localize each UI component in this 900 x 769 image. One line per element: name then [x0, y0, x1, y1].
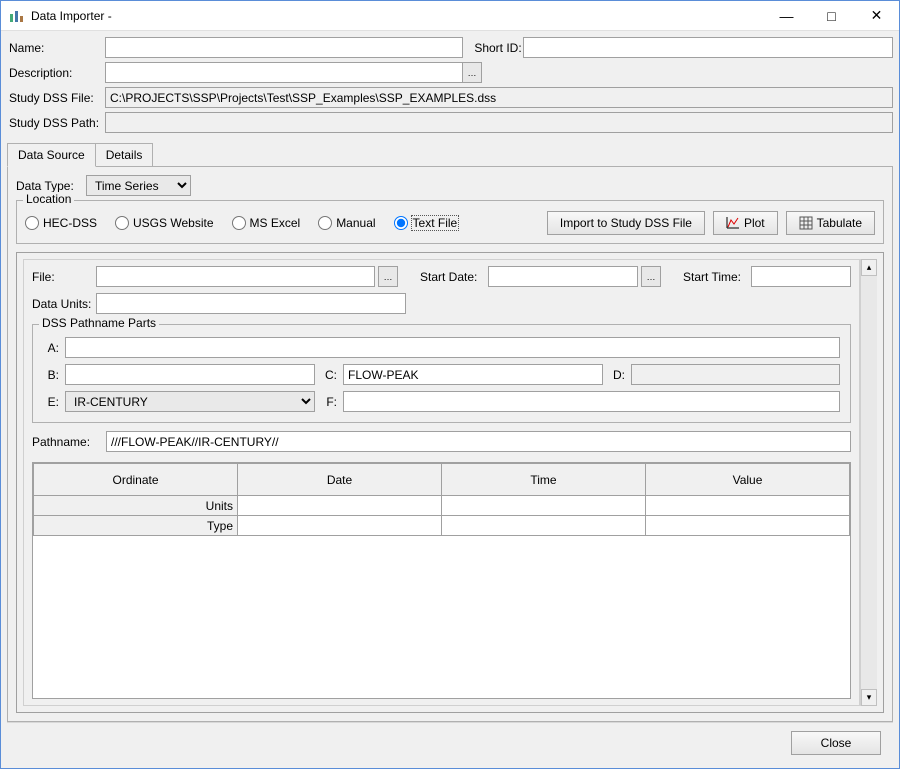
dataunits-label: Data Units: [32, 297, 92, 311]
part-d-label: D: [609, 368, 625, 382]
tabstrip: Data Source Details [7, 143, 893, 167]
col-ordinate[interactable]: Ordinate [34, 464, 238, 496]
part-f-label: F: [321, 395, 337, 409]
tab-details[interactable]: Details [95, 143, 154, 167]
radio-textfile[interactable]: Text File [394, 216, 459, 230]
shortid-input[interactable] [523, 37, 893, 58]
studydssfile-label: Study DSS File: [7, 91, 105, 105]
dataunits-input[interactable] [96, 293, 406, 314]
shortid-label: Short ID: [463, 41, 523, 55]
close-button[interactable]: Close [791, 731, 881, 755]
part-c-input[interactable] [343, 364, 603, 385]
scroll-up-icon[interactable]: ▴ [861, 259, 877, 276]
studydsspath-label: Study DSS Path: [7, 116, 105, 130]
startdate-browse-button[interactable]: … [641, 266, 661, 287]
startdate-label: Start Date: [420, 270, 484, 284]
startdate-input[interactable] [488, 266, 638, 287]
plot-icon [726, 216, 740, 230]
tabulate-button[interactable]: Tabulate [786, 211, 875, 235]
part-a-input[interactable] [65, 337, 840, 358]
part-d-input [631, 364, 840, 385]
location-fieldset: Location HEC-DSS USGS Website MS Excel M… [16, 200, 884, 244]
name-label: Name: [7, 41, 105, 55]
studydsspath-input [105, 112, 893, 133]
part-e-label: E: [43, 395, 59, 409]
part-e-select[interactable]: IR-CENTURY [65, 391, 315, 412]
datatype-label: Data Type: [16, 179, 86, 193]
cell-type-value[interactable] [646, 516, 850, 536]
cell-type-date[interactable] [238, 516, 442, 536]
grid-row-type: Type [34, 516, 850, 536]
file-label: File: [32, 270, 92, 284]
location-legend: Location [23, 192, 74, 206]
col-time[interactable]: Time [442, 464, 646, 496]
tab-data-source[interactable]: Data Source [7, 143, 96, 167]
cell-units-value[interactable] [646, 496, 850, 516]
cell-type-time[interactable] [442, 516, 646, 536]
description-label: Description: [7, 66, 105, 80]
description-input[interactable] [105, 62, 463, 83]
datatype-select[interactable]: Time Series [86, 175, 191, 196]
radio-msexcel[interactable]: MS Excel [232, 216, 301, 230]
part-c-label: C: [321, 368, 337, 382]
dss-parts-legend: DSS Pathname Parts [39, 316, 159, 330]
col-value[interactable]: Value [646, 464, 850, 496]
data-grid: Ordinate Date Time Value Units [32, 462, 851, 699]
rowlabel-units: Units [34, 496, 238, 516]
rowlabel-type: Type [34, 516, 238, 536]
app-icon [9, 8, 25, 24]
radio-usgs[interactable]: USGS Website [115, 216, 213, 230]
footer: Close [7, 722, 893, 762]
part-b-input[interactable] [65, 364, 315, 385]
plot-button[interactable]: Plot [713, 211, 778, 235]
minimize-button[interactable]: ― [764, 1, 809, 30]
dss-parts-fieldset: DSS Pathname Parts A: B: C: D: E: [32, 324, 851, 423]
tabpane-data-source: Data Type: Time Series Location HEC-DSS … [7, 166, 893, 722]
starttime-label: Start Time: [683, 270, 747, 284]
name-input[interactable] [105, 37, 463, 58]
grid-header-row: Ordinate Date Time Value [34, 464, 850, 496]
maximize-button[interactable]: □ [809, 1, 854, 30]
pathname-label: Pathname: [32, 435, 98, 449]
cell-units-time[interactable] [442, 496, 646, 516]
scroll-down-icon[interactable]: ▾ [861, 689, 877, 706]
close-window-button[interactable]: ✕ [854, 1, 899, 30]
window-title: Data Importer - [31, 9, 764, 23]
titlebar: Data Importer - ― □ ✕ [1, 1, 899, 31]
tabulate-icon [799, 216, 813, 230]
part-b-label: B: [43, 368, 59, 382]
description-browse-button[interactable]: … [462, 62, 482, 83]
file-browse-button[interactable]: … [378, 266, 398, 287]
studydssfile-input [105, 87, 893, 108]
cell-units-date[interactable] [238, 496, 442, 516]
grid-empty-area [33, 536, 850, 698]
part-f-input[interactable] [343, 391, 840, 412]
col-date[interactable]: Date [238, 464, 442, 496]
radio-manual[interactable]: Manual [318, 216, 375, 230]
grid-row-units: Units [34, 496, 850, 516]
file-input[interactable] [96, 266, 375, 287]
part-a-label: A: [43, 341, 59, 355]
vertical-scrollbar[interactable]: ▴ ▾ [860, 259, 877, 706]
pathname-input[interactable] [106, 431, 851, 452]
starttime-input[interactable] [751, 266, 851, 287]
radio-hecdss[interactable]: HEC-DSS [25, 216, 97, 230]
import-button[interactable]: Import to Study DSS File [547, 211, 705, 235]
